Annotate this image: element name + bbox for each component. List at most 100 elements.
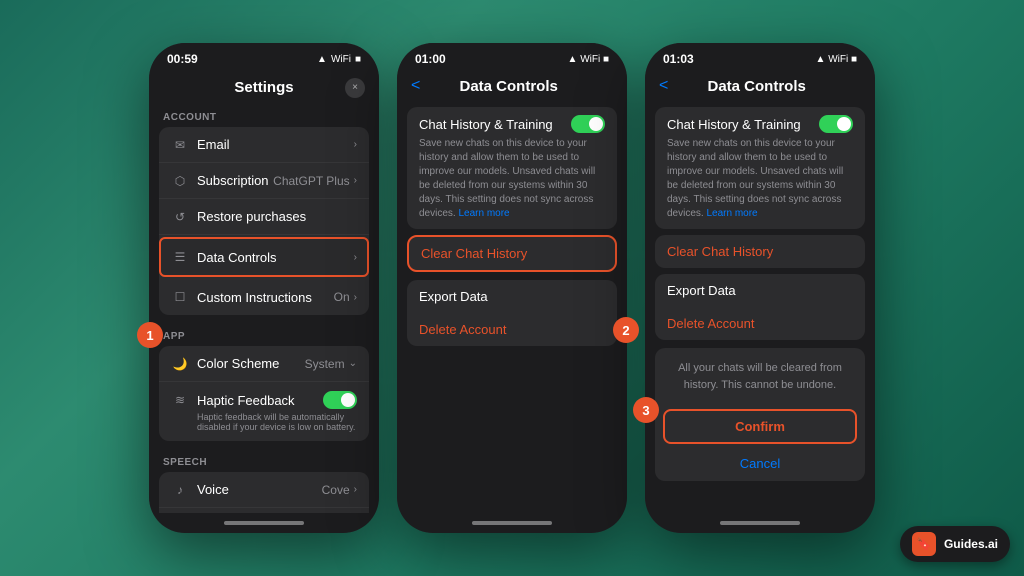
phone2-screen: Chat History & Training Save new chats o… — [397, 101, 627, 513]
phone3-status-icons: ▲ WiFi ■ — [816, 54, 857, 65]
phone2-home-indicator — [397, 513, 627, 533]
phone3-wrapper: 01:03 ▲ WiFi ■ < Data Controls Chat Hist… — [645, 43, 875, 533]
voice-row[interactable]: ♪ Voice Cove › — [159, 472, 369, 508]
restore-label: Restore purchases — [197, 209, 357, 224]
export-section-3: Export Data Delete Account — [655, 274, 865, 340]
phone3-header: < Data Controls — [645, 71, 875, 101]
data-controls-icon: ☰ — [171, 250, 189, 264]
phone3-time: 01:03 — [663, 52, 694, 66]
phone2-time: 01:00 — [415, 52, 446, 66]
phone1-home-indicator — [149, 513, 379, 533]
clear-chat-section-3: Clear Chat History — [655, 235, 865, 268]
subscription-icon: ⬡ — [171, 174, 189, 188]
guides-label: Guides.ai — [944, 537, 998, 551]
chat-history-toggle-2[interactable] — [571, 115, 605, 133]
phone2-header: < Data Controls — [397, 71, 627, 101]
export-section-2: Export Data Delete Account — [407, 280, 617, 346]
close-button[interactable]: × — [345, 78, 365, 98]
speech-section-label: SPEECH — [149, 449, 379, 472]
phone1-wrapper: 00:59 ▲ WiFi ■ Settings × ACCOUNT ✉ — [149, 43, 379, 533]
phone3-title: Data Controls — [676, 78, 837, 95]
app-section-label: APP — [149, 323, 379, 346]
haptic-row[interactable]: ≋ Haptic Feedback Haptic feedback will b… — [159, 382, 369, 441]
guides-icon: 🔖 — [912, 532, 936, 556]
confirm-button[interactable]: Confirm — [663, 409, 857, 444]
color-scheme-label: Color Scheme — [197, 356, 305, 371]
confirm-message: All your chats will be cleared from hist… — [667, 360, 853, 393]
clear-chat-history-btn-2[interactable]: Clear Chat History — [409, 237, 615, 270]
phone2: 01:00 ▲ WiFi ■ < Data Controls Chat Hist… — [397, 43, 627, 533]
learn-more-link-2[interactable]: Learn more — [458, 208, 509, 219]
app-group: 🌙 Color Scheme System ⌄ ≋ Haptic Feedbac… — [159, 346, 369, 441]
export-data-row-2[interactable]: Export Data — [407, 280, 617, 313]
haptic-label: Haptic Feedback — [197, 393, 323, 408]
confirm-dialog: All your chats will be cleared from hist… — [655, 348, 865, 481]
data-controls-label: Data Controls — [197, 250, 354, 265]
phones-container: 00:59 ▲ WiFi ■ Settings × ACCOUNT ✉ — [149, 43, 875, 533]
phone1: 00:59 ▲ WiFi ■ Settings × ACCOUNT ✉ — [149, 43, 379, 533]
export-data-row-3: Export Data — [655, 274, 865, 307]
custom-instructions-row[interactable]: ☐ Custom Instructions On › — [159, 279, 369, 315]
chat-history-section-3: Chat History & Training Save new chats o… — [655, 107, 865, 229]
data-controls-row-highlighted[interactable]: ☰ Data Controls › — [159, 237, 369, 277]
chat-history-row-2: Chat History & Training Save new chats o… — [407, 107, 617, 229]
email-row[interactable]: ✉ Email › — [159, 127, 369, 163]
phone1-screen: ACCOUNT ✉ Email › ⬡ Subscription ChatGPT… — [149, 104, 379, 513]
home-bar-2 — [472, 521, 552, 525]
chat-history-desc-3: Save new chats on this device to your hi… — [667, 137, 853, 221]
home-bar — [224, 521, 304, 525]
speech-group: ♪ Voice Cove › 🌐 Main Language Auto-Dete… — [159, 472, 369, 513]
email-label: Email — [197, 137, 354, 152]
phone3-home-indicator — [645, 513, 875, 533]
subscription-label: Subscription — [197, 173, 273, 188]
restore-row[interactable]: ↺ Restore purchases — [159, 199, 369, 235]
learn-more-link-3[interactable]: Learn more — [706, 208, 757, 219]
chat-history-section-2: Chat History & Training Save new chats o… — [407, 107, 617, 229]
phone2-status-bar: 01:00 ▲ WiFi ■ — [397, 43, 627, 71]
delete-account-btn-3[interactable]: Delete Account — [655, 307, 865, 340]
phone3-status-bar: 01:03 ▲ WiFi ■ — [645, 43, 875, 71]
phone3: 01:03 ▲ WiFi ■ < Data Controls Chat Hist… — [645, 43, 875, 533]
phone1-time: 00:59 — [167, 52, 198, 66]
chat-history-toggle-3[interactable] — [819, 115, 853, 133]
haptic-icon: ≋ — [171, 393, 189, 407]
haptic-toggle[interactable] — [323, 391, 357, 409]
chat-history-header-3: Chat History & Training — [667, 115, 853, 133]
back-button-3[interactable]: < — [659, 77, 668, 95]
color-scheme-icon: 🌙 — [171, 357, 189, 371]
custom-instructions-icon: ☐ — [171, 290, 189, 304]
phone1-status-icons: ▲ WiFi ■ — [317, 54, 361, 65]
phone3-screen: Chat History & Training Save new chats o… — [645, 101, 875, 513]
home-bar-3 — [720, 521, 800, 525]
voice-label: Voice — [197, 482, 322, 497]
back-button-2[interactable]: < — [411, 77, 420, 95]
phone1-header: Settings × — [149, 71, 379, 104]
chat-history-header-2: Chat History & Training — [419, 115, 605, 133]
custom-instructions-label: Custom Instructions — [197, 290, 334, 305]
phone1-title: Settings — [234, 79, 293, 96]
email-icon: ✉ — [171, 138, 189, 152]
chat-history-row-3: Chat History & Training Save new chats o… — [655, 107, 865, 229]
step-badge-2: 2 — [613, 317, 639, 343]
step-badge-1: 1 — [137, 322, 163, 348]
phone1-status-bar: 00:59 ▲ WiFi ■ — [149, 43, 379, 71]
phone2-status-icons: ▲ WiFi ■ — [568, 54, 609, 65]
chat-history-title-2: Chat History & Training — [419, 117, 553, 132]
voice-icon: ♪ — [171, 483, 189, 497]
phone2-wrapper: 01:00 ▲ WiFi ■ < Data Controls Chat Hist… — [397, 43, 627, 533]
delete-account-btn-2[interactable]: Delete Account — [407, 313, 617, 346]
chat-history-desc-2: Save new chats on this device to your hi… — [419, 137, 605, 221]
clear-chat-section-highlighted: Clear Chat History — [407, 235, 617, 272]
account-group: ✉ Email › ⬡ Subscription ChatGPT Plus › … — [159, 127, 369, 315]
clear-chat-history-btn-3[interactable]: Clear Chat History — [655, 235, 865, 268]
step-badge-3: 3 — [633, 397, 659, 423]
restore-icon: ↺ — [171, 210, 189, 224]
subscription-row[interactable]: ⬡ Subscription ChatGPT Plus › — [159, 163, 369, 199]
account-section-label: ACCOUNT — [149, 104, 379, 127]
cancel-button[interactable]: Cancel — [655, 450, 865, 481]
guides-badge: 🔖 Guides.ai — [900, 526, 1010, 562]
language-row[interactable]: 🌐 Main Language Auto-Detect ⌄ — [159, 508, 369, 513]
color-scheme-row[interactable]: 🌙 Color Scheme System ⌄ — [159, 346, 369, 382]
chat-history-title-3: Chat History & Training — [667, 117, 801, 132]
haptic-description: Haptic feedback will be automatically di… — [171, 412, 357, 432]
